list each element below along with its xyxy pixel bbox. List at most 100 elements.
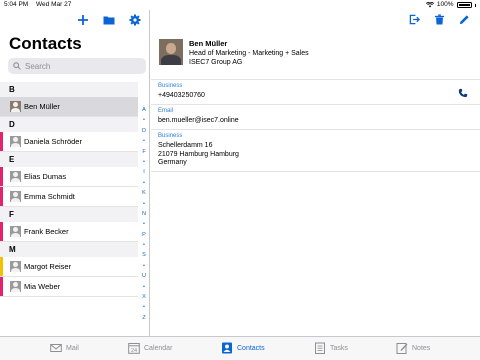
contacts-list-panel: Contacts B Ben Müller D Daniela Schröder E El…: [0, 10, 150, 336]
contact-avatar: [10, 136, 21, 147]
category-marker: [0, 97, 3, 116]
status-bar: 5:04 PM Wed Mar 27 100%: [0, 0, 480, 10]
address-street: Schellerdamm 16: [158, 142, 213, 149]
detail-toolbar: [409, 14, 470, 25]
index-letter[interactable]: D: [139, 126, 149, 136]
section-header: E: [0, 152, 138, 167]
phone-icon[interactable]: [458, 88, 468, 98]
trash-icon[interactable]: [434, 14, 445, 25]
contact-job-title: Head of Marketing - Marketing + Sales: [189, 50, 309, 57]
index-letter[interactable]: •: [139, 115, 149, 125]
contact-name-label: Ben Müller: [24, 102, 60, 111]
category-marker: [0, 257, 3, 276]
index-letter[interactable]: X: [139, 292, 149, 302]
mail-icon: [50, 344, 62, 352]
index-letter[interactable]: •: [139, 219, 149, 229]
category-marker: [0, 132, 3, 151]
index-letter[interactable]: •: [139, 136, 149, 146]
contact-list: B Ben Müller D Daniela Schröder E Elias Dumas…: [0, 82, 138, 297]
section-header: M: [0, 242, 138, 257]
battery-icon: [456, 2, 472, 8]
index-letter[interactable]: •: [139, 240, 149, 250]
contact-avatar: [10, 261, 21, 272]
index-letter[interactable]: S: [139, 250, 149, 260]
index-letter[interactable]: N: [139, 209, 149, 219]
status-date: Wed Mar 27: [36, 1, 72, 8]
address-country: Germany: [158, 159, 187, 166]
index-letter[interactable]: I: [139, 167, 149, 177]
calendar-day-number: 24: [131, 348, 137, 354]
contact-name-label: Mia Weber: [24, 282, 61, 291]
tab-notes[interactable]: Notes: [396, 342, 430, 354]
contact-detail-panel: Ben Müller Head of Marketing - Marketing…: [151, 10, 480, 336]
tab-bar: Mail 24 Calendar Contacts Tasks Notes: [0, 336, 480, 360]
contact-row[interactable]: Margot Reiser: [0, 257, 138, 277]
tab-tasks[interactable]: Tasks: [314, 342, 348, 354]
contact-row[interactable]: Emma Schmidt: [0, 187, 138, 207]
email-label: Email: [158, 108, 174, 114]
gear-icon[interactable]: [129, 14, 141, 26]
edit-pencil-icon[interactable]: [459, 14, 470, 25]
contact-row[interactable]: Elias Dumas: [0, 167, 138, 187]
index-letter[interactable]: •: [139, 178, 149, 188]
index-letter[interactable]: •: [139, 157, 149, 167]
contacts-icon: [222, 342, 232, 354]
tab-mail-label: Mail: [66, 344, 79, 352]
contact-row[interactable]: Frank Becker: [0, 222, 138, 242]
email-field[interactable]: Email ben.mueller@isec7.online: [151, 105, 480, 130]
contact-row[interactable]: Ben Müller: [0, 97, 138, 117]
contact-row[interactable]: Daniela Schröder: [0, 132, 138, 152]
list-toolbar: [77, 14, 141, 26]
tab-mail[interactable]: Mail: [50, 342, 79, 354]
contact-avatar: [10, 171, 21, 182]
add-contact-icon[interactable]: [77, 14, 89, 26]
address-city: 21079 Hamburg Hamburg: [158, 150, 239, 158]
email-value[interactable]: ben.mueller@isec7.online: [158, 117, 239, 126]
index-letter[interactable]: •: [139, 261, 149, 271]
phone-label: Business: [158, 83, 183, 89]
contact-row[interactable]: Mia Weber: [0, 277, 138, 297]
index-letter[interactable]: •: [139, 199, 149, 209]
phone-field[interactable]: Business +49403250760: [151, 80, 480, 105]
section-header: D: [0, 117, 138, 132]
index-letter[interactable]: P: [139, 230, 149, 240]
contact-name-label: Daniela Schröder: [24, 137, 82, 146]
contact-company: ISEC7 Group AG: [189, 59, 243, 66]
category-marker: [0, 222, 3, 241]
index-letter[interactable]: K: [139, 188, 149, 198]
address-label: Business: [158, 133, 183, 139]
wifi-icon: [425, 2, 434, 8]
index-letter[interactable]: •: [139, 282, 149, 292]
tab-notes-label: Notes: [412, 344, 431, 352]
notes-icon: [396, 343, 408, 354]
index-letter[interactable]: F: [139, 147, 149, 157]
section-header: F: [0, 207, 138, 222]
index-letter[interactable]: Z: [139, 313, 149, 323]
contact-name-label: Frank Becker: [24, 227, 69, 236]
tab-tasks-label: Tasks: [330, 344, 348, 352]
status-time: 5:04 PM: [4, 1, 29, 8]
index-letter[interactable]: •: [139, 302, 149, 312]
search-bar[interactable]: [8, 58, 146, 74]
contact-name-label: Margot Reiser: [24, 262, 72, 271]
alphabet-index[interactable]: A • D • F • I • K • N • P • S • U • X • Z: [139, 105, 149, 323]
tab-calendar[interactable]: 24 Calendar: [128, 342, 172, 354]
folder-icon[interactable]: [103, 14, 115, 26]
contact-header: Ben Müller Head of Marketing - Marketing…: [151, 35, 480, 80]
category-marker: [0, 187, 3, 206]
index-letter[interactable]: A: [139, 105, 149, 115]
calendar-icon: 24: [128, 343, 140, 354]
tab-contacts[interactable]: Contacts: [221, 342, 265, 354]
address-field[interactable]: Business Schellerdamm 16 21079 Hamburg H…: [151, 130, 480, 172]
search-icon: [13, 62, 21, 70]
index-letter[interactable]: U: [139, 271, 149, 281]
section-header: B: [0, 82, 138, 97]
search-input[interactable]: [25, 61, 135, 71]
category-marker: [0, 277, 3, 296]
share-export-icon[interactable]: [409, 14, 420, 25]
contact-avatar: [10, 191, 21, 202]
phone-value[interactable]: +49403250760: [158, 92, 205, 101]
contact-avatar: [10, 281, 21, 292]
contact-name-label: Emma Schmidt: [24, 192, 75, 201]
contact-name-label: Elias Dumas: [24, 172, 67, 181]
